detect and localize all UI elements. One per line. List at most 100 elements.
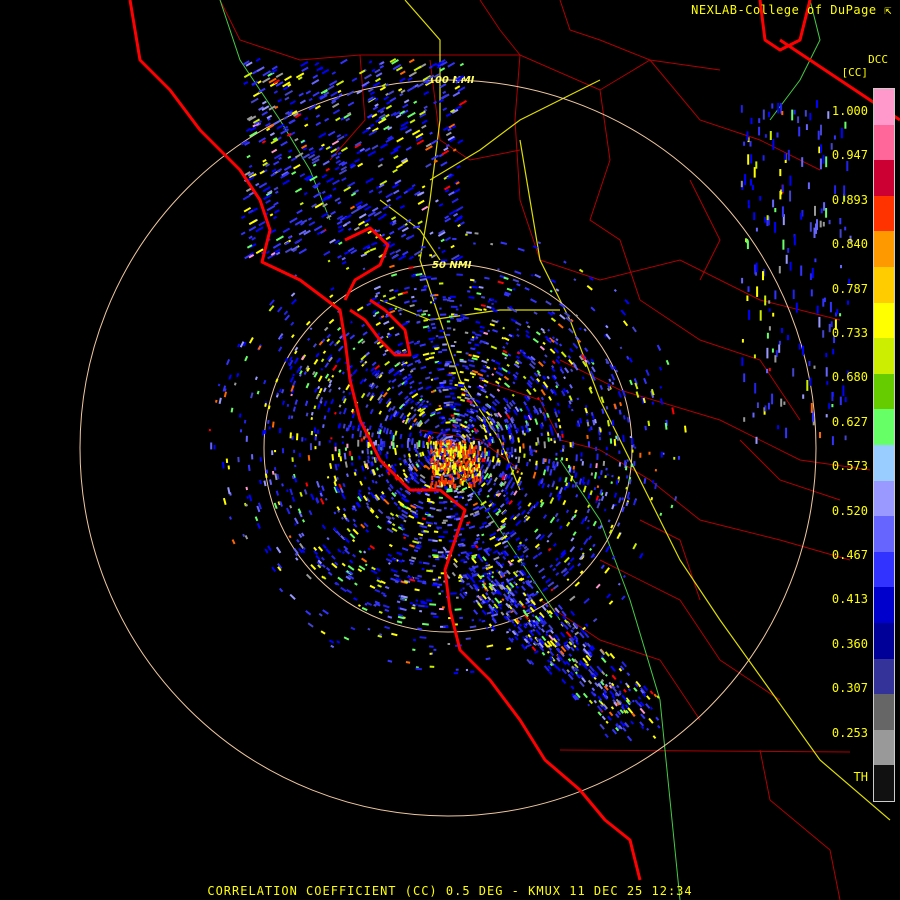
echo-gate bbox=[766, 332, 769, 339]
echo-gate bbox=[442, 298, 448, 301]
echo-gate bbox=[471, 445, 474, 449]
echo-gate bbox=[829, 301, 832, 313]
echo-gate bbox=[772, 312, 775, 317]
echo-gate bbox=[383, 441, 386, 448]
echo-gate bbox=[825, 353, 828, 358]
echo-gate bbox=[471, 473, 474, 479]
echo-gate bbox=[208, 429, 211, 432]
echo-gate bbox=[281, 448, 285, 454]
echo-gate bbox=[456, 471, 459, 475]
echo-gate bbox=[422, 440, 425, 448]
echo-gate bbox=[438, 576, 442, 579]
echo-gate bbox=[470, 469, 473, 473]
echo-gate bbox=[456, 318, 460, 321]
echo-gate bbox=[449, 450, 452, 457]
echo-gate bbox=[408, 447, 411, 452]
echo-gate bbox=[755, 262, 758, 273]
echo-gate bbox=[831, 404, 834, 408]
echo-gate bbox=[432, 582, 438, 585]
echo-gate bbox=[781, 206, 784, 217]
echo-gate bbox=[450, 305, 458, 308]
legend-swatch bbox=[874, 587, 894, 624]
echo-gate bbox=[463, 470, 466, 476]
echo-gate bbox=[457, 459, 460, 463]
echo-gate bbox=[624, 466, 628, 471]
echo-gate bbox=[433, 615, 439, 618]
echo-gate bbox=[438, 482, 441, 486]
echo-gate bbox=[484, 442, 487, 446]
legend-tick-label: 0.787 bbox=[831, 281, 868, 296]
echo-gate bbox=[846, 161, 849, 172]
echo-gate bbox=[808, 360, 811, 367]
legend-tick-label: 0.413 bbox=[831, 592, 868, 607]
echo-gate bbox=[762, 109, 765, 120]
echo-gate bbox=[449, 392, 455, 395]
echo-gate bbox=[438, 389, 441, 392]
color-legend bbox=[873, 88, 895, 802]
echo-gate bbox=[455, 308, 459, 311]
legend-swatch bbox=[874, 694, 894, 731]
echo-gate bbox=[439, 509, 442, 512]
echo-gate bbox=[430, 465, 433, 469]
echo-gate bbox=[451, 464, 454, 470]
echo-gate bbox=[608, 431, 611, 436]
echo-gate bbox=[792, 368, 795, 377]
echo-gate bbox=[776, 132, 779, 138]
echo-gate bbox=[475, 464, 477, 469]
echo-gate bbox=[437, 551, 444, 554]
echo-gate bbox=[448, 418, 452, 421]
echo-gate bbox=[341, 435, 344, 439]
echo-gate bbox=[774, 355, 777, 363]
echo-gate bbox=[764, 134, 767, 138]
legend-swatch bbox=[874, 480, 894, 517]
echo-gate bbox=[477, 473, 480, 477]
echo-gate bbox=[486, 444, 489, 448]
echo-gate bbox=[344, 447, 347, 451]
echo-gate bbox=[482, 455, 485, 458]
echo-gate bbox=[815, 223, 817, 234]
external-link-icon: ⇱ bbox=[876, 3, 892, 17]
echo-gate bbox=[588, 428, 591, 432]
echo-gate bbox=[447, 480, 450, 482]
echo-gate bbox=[239, 429, 243, 433]
echo-gate bbox=[833, 135, 836, 140]
echo-gate bbox=[436, 441, 439, 445]
legend-swatch bbox=[874, 729, 894, 766]
echo-gate bbox=[749, 141, 752, 147]
echo-gate bbox=[472, 479, 475, 483]
echo-gate bbox=[363, 436, 366, 440]
legend-swatch bbox=[874, 765, 894, 802]
echo-gate bbox=[747, 286, 750, 292]
echo-gate bbox=[449, 473, 452, 478]
echo-gate bbox=[442, 343, 447, 346]
echo-gate bbox=[768, 308, 771, 312]
credit-text[interactable]: NEXLAB-College of DuPage ⇱ bbox=[691, 3, 892, 17]
echo-gate bbox=[781, 184, 784, 192]
echo-gate bbox=[758, 118, 761, 124]
echo-gate bbox=[756, 402, 759, 408]
echo-gate bbox=[468, 482, 471, 487]
echo-gate bbox=[779, 169, 782, 177]
echo-gate bbox=[789, 175, 792, 186]
echo-gate bbox=[453, 354, 456, 357]
echo-gate bbox=[439, 465, 442, 469]
echo-gate bbox=[441, 475, 444, 481]
echo-gate bbox=[449, 299, 455, 302]
echo-gate bbox=[797, 116, 800, 124]
legend-tick-label: 0.733 bbox=[831, 326, 868, 340]
echo-gate bbox=[781, 328, 783, 333]
legend-tick-label: 0.947 bbox=[831, 148, 868, 163]
echo-gate bbox=[832, 349, 835, 355]
echo-gate bbox=[441, 348, 448, 352]
echo-gate bbox=[406, 440, 409, 448]
echo-gate bbox=[446, 403, 450, 407]
echo-gate bbox=[434, 449, 437, 453]
echo-gate bbox=[618, 450, 621, 454]
legend-swatch bbox=[874, 231, 894, 268]
echo-gate bbox=[785, 254, 788, 264]
echo-gate bbox=[766, 368, 769, 374]
echo-gate bbox=[747, 204, 750, 209]
legend-swatch bbox=[874, 124, 894, 161]
echo-gate bbox=[438, 448, 441, 453]
legend-tick-label: 0.253 bbox=[831, 725, 868, 740]
